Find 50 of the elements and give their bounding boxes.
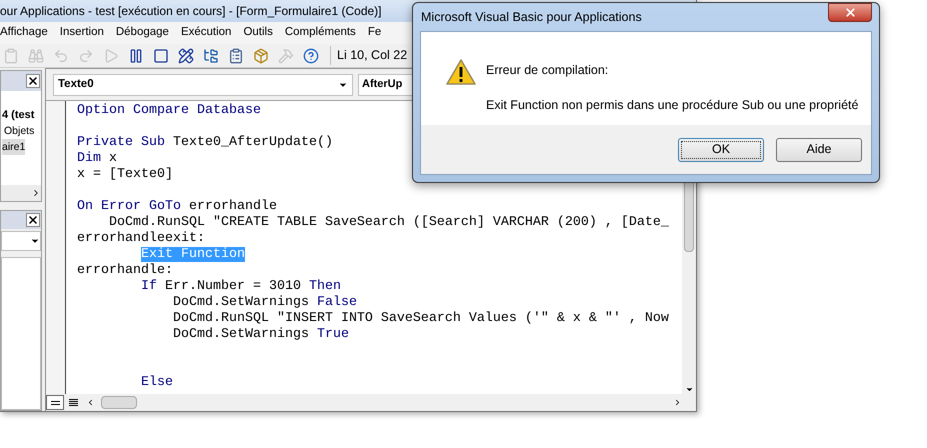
properties-icon[interactable] bbox=[228, 48, 244, 64]
close-icon[interactable] bbox=[26, 74, 40, 88]
code-line: If Err.Number = 3010 Then bbox=[140, 279, 341, 294]
tree-item[interactable]: Objets bbox=[4, 123, 34, 139]
code-line: Else bbox=[140, 375, 173, 390]
object-name: Texte0 bbox=[58, 76, 94, 92]
cursor-position: Li 10, Col 22 bbox=[330, 46, 408, 65]
menu-item[interactable]: Exécution bbox=[180, 24, 232, 42]
code-line: Private Sub Texte0_AfterUpdate() bbox=[77, 135, 333, 150]
code-line: DoCmd.RunSQL "CREATE TABLE SaveSearch ([Search] VARCHAR (200) , [Date_ bbox=[108, 215, 669, 230]
scroll-right-icon[interactable] bbox=[673, 398, 682, 407]
dialog-button[interactable]: Aide bbox=[776, 138, 862, 162]
code-line: On Error GoTo errorhandle bbox=[77, 199, 277, 214]
error-message: Exit Function non permis dans une procédure Sub ou une propriété bbox=[486, 96, 858, 114]
tree-item[interactable]: 4 (test bbox=[2, 107, 34, 123]
stop-icon[interactable] bbox=[153, 48, 169, 64]
ruler-pencil-icon[interactable] bbox=[178, 48, 194, 64]
menu-item[interactable]: Affichage bbox=[0, 24, 48, 42]
procedure-name: AfterUp bbox=[362, 77, 402, 92]
code-line: errorhandle: bbox=[77, 263, 173, 278]
dialog-title: Microsoft Visual Basic pour Applications bbox=[420, 8, 642, 26]
tree-item[interactable]: aire1 bbox=[2, 139, 26, 155]
pause-icon[interactable] bbox=[128, 48, 144, 64]
code-line: DoCmd.SetWarnings False bbox=[172, 295, 357, 310]
window-title: our Applications - test [exécution en cours] - [Form_Formulaire1 (Code)] bbox=[0, 3, 382, 20]
menu-item[interactable]: Outils bbox=[243, 24, 273, 42]
menu-item[interactable]: Fe bbox=[368, 24, 382, 42]
close-icon[interactable] bbox=[26, 213, 40, 227]
box-icon[interactable] bbox=[253, 48, 269, 64]
folder-tree-icon[interactable] bbox=[203, 48, 219, 64]
procedure-view-icon[interactable] bbox=[46, 395, 64, 410]
dialog-button[interactable]: OK bbox=[678, 138, 764, 162]
menu-item[interactable]: Insertion bbox=[60, 24, 104, 42]
code-line: x = [Texte0] bbox=[77, 167, 173, 182]
warning-icon bbox=[445, 58, 477, 86]
code-line: DoCmd.SetWarnings True bbox=[172, 327, 349, 342]
scroll-left-icon[interactable] bbox=[86, 398, 95, 407]
scroll-down-icon[interactable] bbox=[684, 385, 694, 394]
menu-item[interactable]: Compléments bbox=[284, 24, 356, 42]
code-line: errorhandleexit: bbox=[77, 231, 205, 246]
code-line: Option Compare Database bbox=[77, 103, 261, 118]
code-line: Dim x bbox=[77, 151, 117, 166]
close-icon bbox=[844, 6, 856, 19]
help-icon[interactable] bbox=[303, 48, 319, 64]
error-heading: Erreur de compilation: bbox=[486, 62, 610, 79]
scroll-thumb[interactable] bbox=[101, 396, 137, 409]
object-combo[interactable]: Texte0 bbox=[53, 74, 353, 96]
code-line: DoCmd.RunSQL "INSERT INTO SaveSearch Values ('" & x & "' , Now bbox=[172, 311, 669, 326]
menu-item[interactable]: Débogage bbox=[116, 24, 169, 42]
close-button[interactable] bbox=[828, 3, 872, 22]
